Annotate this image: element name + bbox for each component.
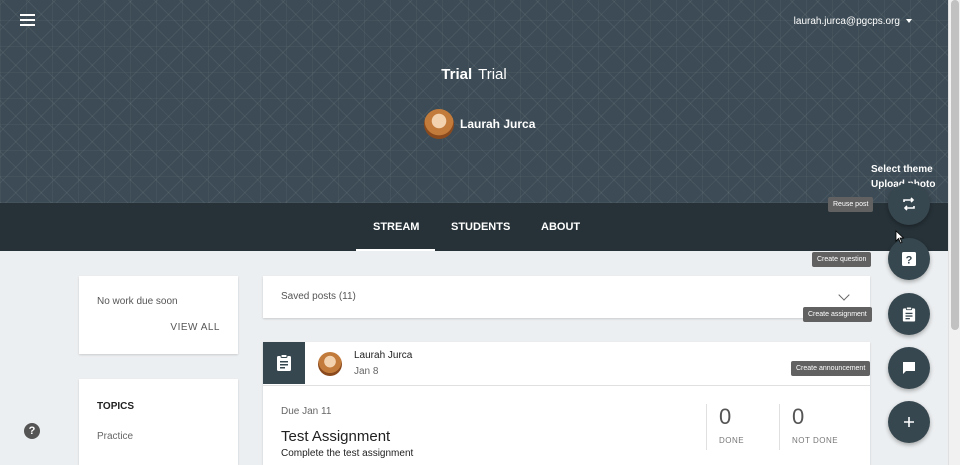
class-title: Trial Trial: [0, 66, 948, 83]
class-name: Trial: [441, 66, 473, 83]
menu-icon[interactable]: [20, 14, 36, 28]
reuse-post-tooltip: Reuse post: [828, 197, 874, 212]
view-all-link[interactable]: VIEW ALL: [170, 322, 220, 333]
help-icon[interactable]: ?: [24, 423, 40, 439]
assignment-description: Complete the test assignment: [281, 448, 414, 459]
class-banner: laurah.jurca@pgcps.org Trial Trial Laurah…: [0, 0, 948, 203]
divider: [263, 385, 870, 386]
scrollbar-thumb[interactable]: [951, 0, 959, 330]
chevron-down-icon[interactable]: [838, 289, 850, 301]
not-done-label: NOT DONE: [792, 436, 839, 445]
create-assignment-button[interactable]: [888, 293, 930, 335]
create-assignment-tooltip: Create assignment: [803, 307, 872, 322]
create-question-tooltip: Create question: [812, 252, 872, 267]
teacher-name: Laurah Jurca: [460, 117, 536, 131]
author-avatar: [318, 352, 342, 376]
tab-students[interactable]: STUDENTS: [451, 203, 510, 251]
tab-about[interactable]: ABOUT: [541, 203, 580, 251]
saved-posts-card[interactable]: Saved posts (11): [263, 276, 870, 318]
due-date: Due Jan 11: [281, 406, 332, 417]
post-date: Jan 8: [354, 366, 379, 377]
account-menu[interactable]: laurah.jurca@pgcps.org: [794, 16, 912, 27]
question-icon: ?: [902, 252, 916, 267]
scrollbar[interactable]: [948, 0, 960, 465]
not-done-count: 0: [792, 404, 805, 429]
done-count: 0: [719, 404, 732, 429]
caret-down-icon: [906, 19, 912, 24]
saved-posts-label: Saved posts (11): [281, 291, 356, 302]
topics-heading: TOPICS: [97, 401, 135, 412]
assignment-icon: [902, 306, 916, 321]
reuse-post-button[interactable]: [888, 183, 930, 225]
done-label: DONE: [719, 436, 745, 445]
user-email: laurah.jurca@pgcps.org: [793, 16, 900, 27]
upcoming-card: No work due soon VIEW ALL: [79, 276, 238, 354]
done-stat[interactable]: 0 DONE: [706, 404, 744, 450]
not-done-stat[interactable]: 0 NOT DONE: [779, 404, 838, 450]
tab-stream[interactable]: STREAM: [355, 203, 437, 251]
upcoming-text: No work due soon: [97, 296, 178, 307]
assignment-title[interactable]: Test Assignment: [281, 428, 390, 445]
create-announcement-button[interactable]: [888, 347, 930, 389]
select-theme-link[interactable]: Select theme: [871, 162, 935, 177]
class-section: Trial: [478, 66, 507, 83]
add-button[interactable]: [888, 401, 930, 443]
create-question-button[interactable]: ?: [888, 238, 930, 280]
create-announcement-tooltip: Create announcement: [791, 361, 871, 376]
mouse-cursor-icon: [895, 230, 905, 244]
topics-card: TOPICS Practice: [79, 379, 238, 465]
assignment-post: Laurah Jurca Jan 8 Due Jan 11 Test Assig…: [263, 342, 870, 465]
repeat-icon: [903, 197, 915, 211]
teacher-avatar: [424, 109, 454, 139]
plus-icon: [904, 417, 914, 427]
chat-icon: [903, 362, 915, 374]
tab-bar: STREAM STUDENTS ABOUT: [0, 203, 948, 251]
svg-text:?: ?: [906, 255, 913, 267]
post-author: Laurah Jurca: [354, 350, 413, 361]
teacher-info: Laurah Jurca: [424, 109, 535, 139]
assignment-icon: [263, 342, 305, 384]
topic-item-practice[interactable]: Practice: [97, 431, 133, 442]
